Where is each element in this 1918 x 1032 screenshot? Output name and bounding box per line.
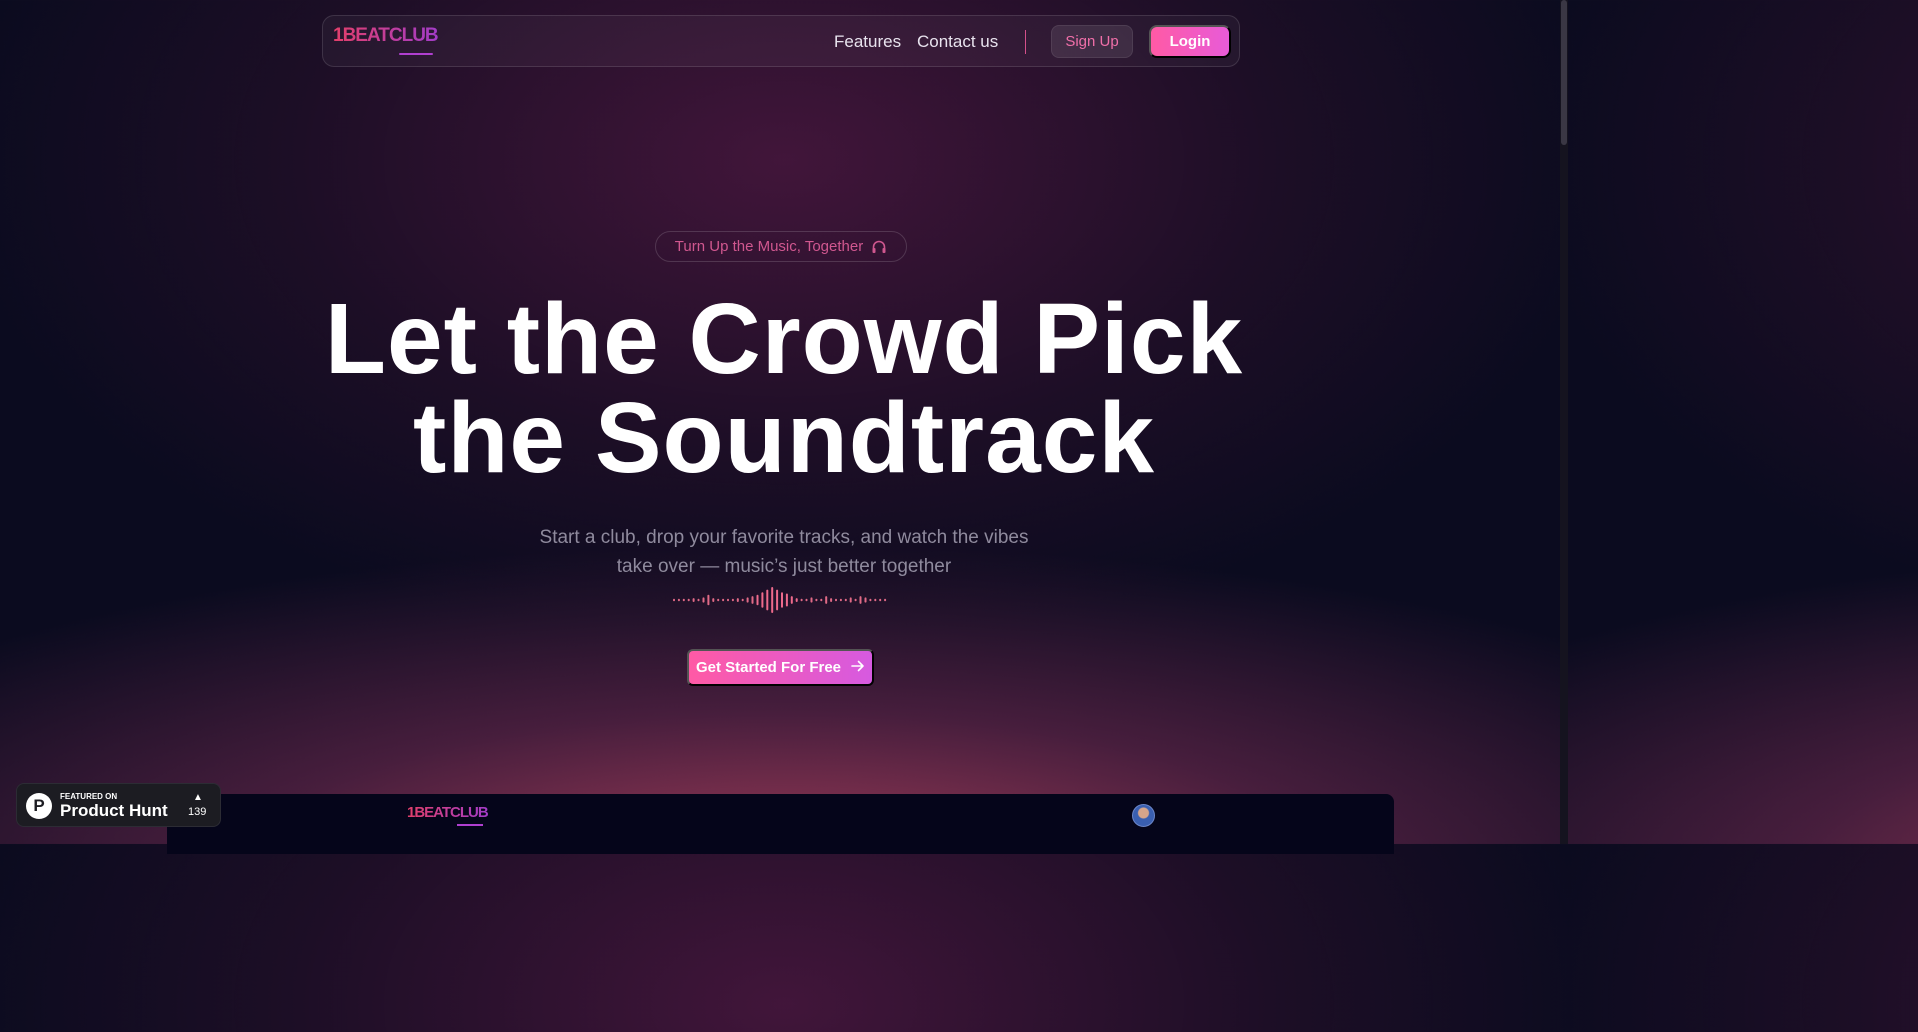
cta-label: Get Started For Free <box>695 659 842 676</box>
product-hunt-badge[interactable]: P FEATURED ON Product Hunt ▲ 139 <box>16 783 221 827</box>
app-preview-panel: 1BEATCLUB <box>167 794 1394 854</box>
user-avatar <box>1132 804 1155 827</box>
nav-link-features[interactable]: Features <box>834 32 901 52</box>
preview-logo-underline <box>457 824 483 826</box>
brand-logo[interactable]: 1BEATCLUB <box>333 25 439 47</box>
hero-subtext: Start a club, drop your favorite tracks,… <box>484 523 1084 581</box>
ph-featured-label: FEATURED ON <box>60 792 118 801</box>
top-navbar: 1BEATCLUB Features Contact us Sign Up Lo… <box>322 15 1240 67</box>
nav-divider <box>1025 30 1026 54</box>
product-hunt-logo-icon: P <box>26 793 52 819</box>
ph-upvote-count: 139 <box>188 806 207 818</box>
upvote-arrow-icon: ▲ <box>193 792 203 803</box>
nav-link-contact[interactable]: Contact us <box>917 32 998 52</box>
waveform-icon <box>673 587 887 613</box>
ph-name: Product Hunt <box>60 801 168 820</box>
subtext-line-2: take over — music’s just better together <box>616 556 952 577</box>
headphones-icon <box>871 239 887 255</box>
tagline-pill: Turn Up the Music, Together <box>655 231 907 262</box>
signup-button[interactable]: Sign Up <box>1051 25 1133 58</box>
tagline-text: Turn Up the Music, Together <box>674 238 864 255</box>
page-scrollbar[interactable] <box>1560 0 1568 844</box>
get-started-button[interactable]: Get Started For Free <box>687 649 874 686</box>
headline-line-1: Let the Crowd Pick <box>324 283 1244 395</box>
preview-logo: 1BEATCLUB <box>407 804 489 821</box>
hero-headline: Let the Crowd Pick the Soundtrack <box>234 283 1334 494</box>
arrow-right-icon <box>851 659 865 676</box>
subtext-line-1: Start a club, drop your favorite tracks,… <box>539 527 1029 548</box>
scrollbar-thumb[interactable] <box>1561 0 1567 145</box>
headline-line-2: the Soundtrack <box>413 382 1155 494</box>
login-button[interactable]: Login <box>1149 25 1231 58</box>
logo-underline <box>399 53 433 55</box>
